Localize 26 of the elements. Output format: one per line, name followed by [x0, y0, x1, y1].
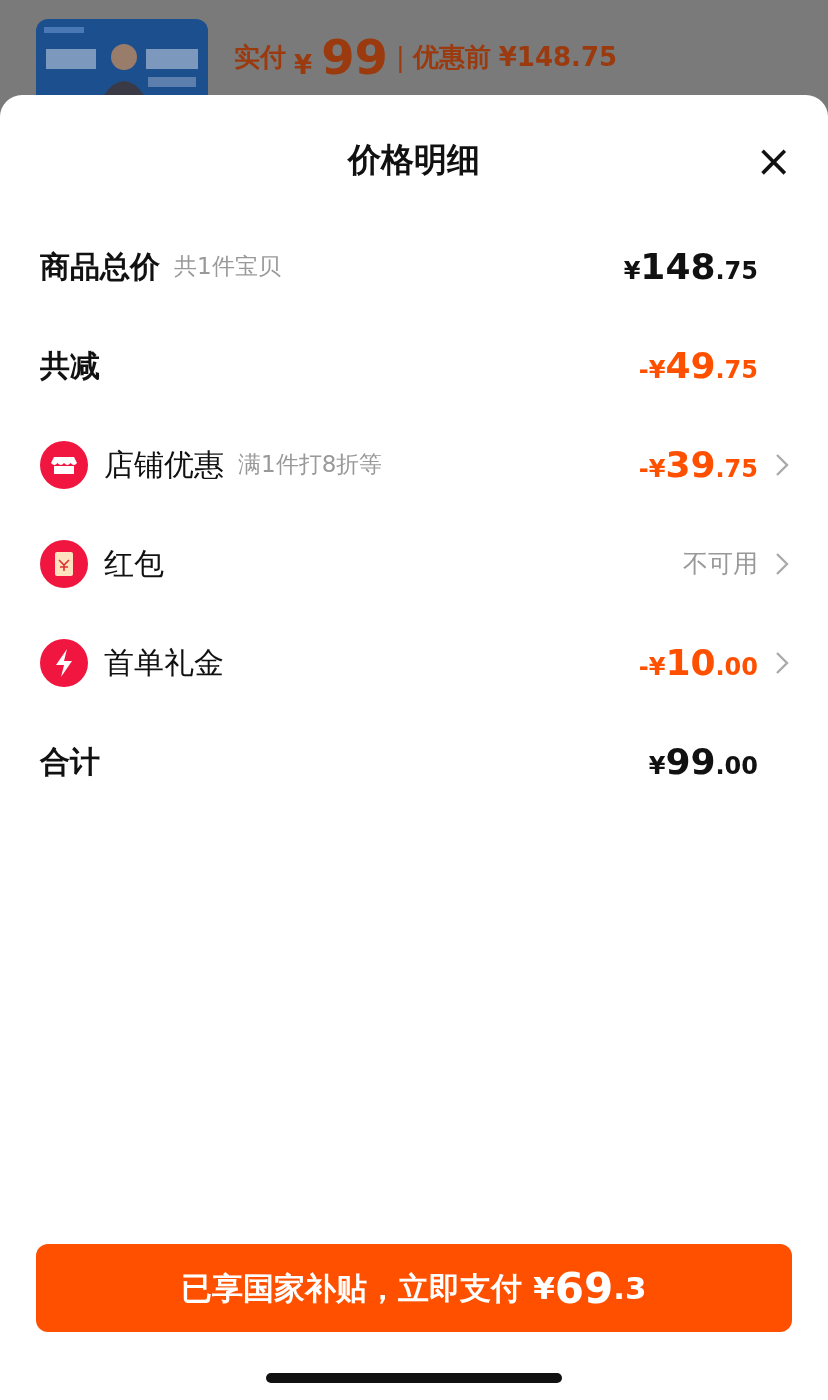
- close-button[interactable]: ×: [755, 139, 792, 183]
- chevron-icon[interactable]: [774, 550, 790, 577]
- envelope-icon: [40, 539, 88, 588]
- row-label: 店铺优惠: [104, 446, 224, 484]
- status-text: 不可用: [683, 547, 758, 580]
- lightning-icon: [40, 638, 88, 687]
- row-label: 共减: [40, 347, 100, 385]
- shop-icon: [40, 440, 88, 489]
- row-note: 满1件打8折等: [238, 450, 383, 480]
- sheet-title: 价格明细: [348, 140, 480, 179]
- row-note: 共1件宝贝: [174, 252, 281, 282]
- row-label: 商品总价: [40, 248, 160, 286]
- price-text: ¥148.75: [623, 244, 758, 289]
- row-label: 合计: [40, 743, 100, 781]
- row-label: 红包: [104, 545, 164, 583]
- chevron-icon[interactable]: [774, 451, 790, 478]
- price-text: -¥49.75: [638, 343, 758, 388]
- price-label: 实付: [234, 44, 286, 70]
- chevron-icon[interactable]: [774, 649, 790, 676]
- original-price: ¥148.75: [498, 44, 618, 70]
- price-text: -¥10.00: [638, 640, 758, 685]
- price-text: ¥ 99: [294, 33, 388, 81]
- row-label: 首单礼金: [104, 644, 224, 682]
- price-text: -¥39.75: [638, 442, 758, 487]
- original-price-label: 优惠前: [412, 44, 491, 70]
- price-text: ¥99.00: [648, 739, 758, 784]
